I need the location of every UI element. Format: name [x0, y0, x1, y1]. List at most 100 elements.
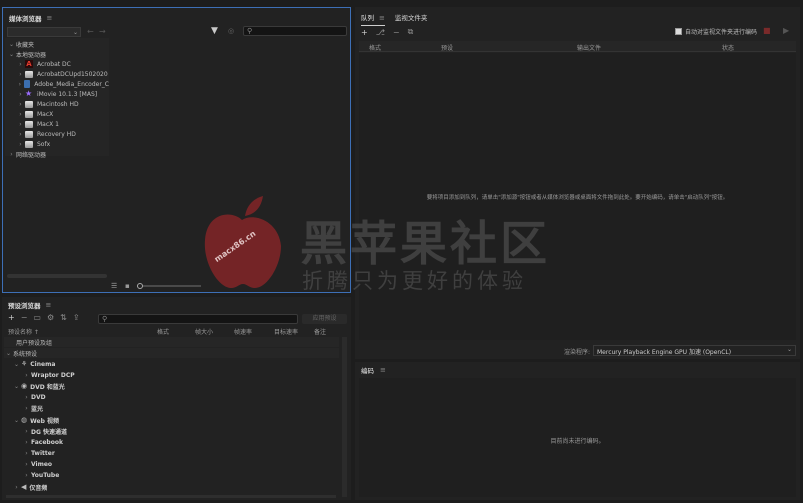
preset-item-label: Cinema — [30, 360, 56, 368]
chevron-right-icon: › — [19, 90, 22, 98]
location-dropdown[interactable]: ⌄ — [7, 27, 81, 37]
column-preset[interactable]: 预设 — [441, 43, 453, 52]
column-status[interactable]: 状态 — [722, 43, 734, 52]
imovie-star-icon: ★ — [25, 89, 33, 98]
remove-preset-icon[interactable]: − — [21, 313, 28, 322]
apply-preset-button[interactable]: 应用预设 — [302, 314, 347, 324]
queue-tabs: 队列 ≡ 监视文件夹 — [355, 9, 800, 26]
add-output-icon[interactable]: ⎇ — [376, 28, 385, 37]
view-toggle-icon[interactable]: ◎ — [228, 27, 234, 35]
preset-item[interactable]: › Wraptor DCP — [22, 370, 74, 380]
preset-item[interactable]: ⌄ ◍ Web 视频 — [12, 415, 59, 425]
encoding-header: 编码 ≡ — [355, 362, 800, 379]
zoom-slider[interactable] — [137, 283, 201, 289]
export-icon[interactable]: ⇪ — [73, 313, 80, 322]
tree-favorites-label: 收藏夹 — [16, 41, 35, 49]
auto-encode-checkbox[interactable] — [675, 28, 682, 35]
preset-scrollbar[interactable] — [342, 337, 347, 497]
chevron-down-icon: ⌄ — [13, 360, 20, 368]
column-format[interactable]: 格式 — [157, 327, 169, 336]
preset-item-label: DG 快速通道 — [31, 428, 67, 436]
tab-queue[interactable]: 队列 ≡ — [361, 12, 385, 26]
drive-icon — [25, 70, 33, 78]
drive-item[interactable]: › Macintosh HD — [16, 99, 109, 109]
auto-encode-label: 自动对监视文件夹进行编码 — [685, 29, 758, 36]
preset-search-input[interactable]: ⚲ — [98, 314, 298, 324]
preset-item-label: Web 视频 — [30, 417, 59, 425]
tree-network-drives-label: 网络驱动器 — [16, 151, 47, 159]
preset-hscrollbar[interactable] — [6, 495, 336, 498]
column-frame-size[interactable]: 帧大小 — [195, 327, 213, 336]
preset-item[interactable]: › Vimeo — [22, 459, 52, 469]
queue-column-header: 格式 预设 输出文件 状态 — [359, 41, 796, 52]
disk-image-icon — [23, 80, 31, 88]
tree-favorites[interactable]: ⌄ 收藏夹 — [7, 39, 34, 49]
drive-item[interactable]: › MacX — [16, 109, 109, 119]
drive-label: MacX — [37, 110, 54, 118]
drive-item[interactable]: › Adobe_Media_Encoder_C — [16, 79, 109, 89]
renderer-label: 渲染程序: — [564, 349, 591, 356]
tree-local-drives[interactable]: ⌄ 本地驱动器 — [7, 49, 46, 59]
tree-network-drives[interactable]: › 网络驱动器 — [7, 149, 46, 159]
drive-item[interactable]: › ★ iMovie 10.1.3 [MAS] — [16, 89, 109, 99]
drive-item[interactable]: › Recovery HD — [16, 129, 109, 139]
thumbnail-view-icon[interactable]: ▪ — [125, 282, 130, 290]
preset-item[interactable]: ⌄ ◉ DVD 和蓝光 — [12, 381, 65, 391]
preset-item-label: YouTube — [31, 471, 60, 479]
drive-item[interactable]: › Sofx — [16, 139, 109, 149]
settings-icon[interactable]: ⚙ — [47, 313, 54, 322]
panel-menu-icon[interactable]: ≡ — [379, 14, 385, 22]
preset-item[interactable]: › YouTube — [22, 470, 59, 480]
chevron-right-icon: › — [25, 404, 28, 412]
renderer-select[interactable]: Mercury Playback Engine GPU 加速 (OpenCL) … — [593, 345, 796, 356]
media-search-input[interactable]: ⚲ — [243, 26, 347, 36]
preset-item[interactable]: › DVD — [22, 392, 45, 402]
acrobat-icon: A — [25, 60, 33, 68]
drive-label: Acrobat DC — [37, 60, 71, 68]
import-icon[interactable]: ⇅ — [60, 313, 67, 322]
filter-icon[interactable]: ▼ — [211, 26, 218, 36]
column-frame-rate[interactable]: 帧速率 — [234, 327, 252, 336]
preset-item[interactable]: › ◀ 仅音频 — [12, 482, 47, 492]
remove-icon[interactable]: − — [393, 28, 400, 37]
column-output-file[interactable]: 输出文件 — [577, 43, 601, 52]
drive-item[interactable]: › A Acrobat DC — [16, 59, 109, 69]
preset-browser-title: 预设浏览器 — [8, 302, 41, 310]
chevron-right-icon: › — [25, 438, 28, 446]
duplicate-icon[interactable]: ⧉ — [408, 27, 414, 37]
forward-arrow-icon[interactable]: → — [99, 27, 106, 36]
add-preset-icon[interactable]: + — [8, 313, 15, 322]
tab-watch-folders[interactable]: 监视文件夹 — [395, 12, 428, 22]
column-target-rate[interactable]: 目标速率 — [274, 327, 298, 336]
user-presets-group[interactable]: 用户预设及组 — [4, 337, 339, 347]
media-browser-header: 媒体浏览器 ≡ — [3, 10, 350, 26]
new-group-icon[interactable]: ▭ — [33, 313, 41, 322]
panel-menu-icon[interactable]: ≡ — [380, 366, 386, 374]
auto-encode-option[interactable]: 自动对监视文件夹进行编码 — [675, 27, 757, 36]
stop-icon[interactable]: ■ — [763, 26, 771, 35]
list-view-icon[interactable]: ☰ — [111, 282, 117, 290]
panel-menu-icon[interactable]: ≡ — [46, 301, 52, 309]
preset-item[interactable]: › 蓝光 — [22, 403, 43, 413]
system-presets-group[interactable]: ⌄ 系统预设 — [4, 348, 339, 358]
preset-item[interactable]: › Twitter — [22, 448, 55, 458]
column-notes[interactable]: 备注 — [314, 327, 326, 336]
preset-item[interactable]: ⌄ ⚘ Cinema — [12, 359, 55, 369]
column-format[interactable]: 格式 — [369, 43, 381, 52]
drive-item[interactable]: › MacX 1 — [16, 119, 109, 129]
start-queue-icon[interactable]: ▶ — [783, 26, 789, 35]
tree-scrollbar[interactable] — [7, 274, 107, 278]
back-arrow-icon[interactable]: ← — [87, 27, 94, 36]
drive-item[interactable]: › AcrobatDCUpd1502020 — [16, 69, 109, 79]
panel-menu-icon[interactable]: ≡ — [47, 14, 53, 22]
preset-item-label: Facebook — [31, 438, 63, 446]
chevron-right-icon: › — [19, 100, 22, 108]
preset-item[interactable]: › DG 快速通道 — [22, 426, 67, 436]
column-preset-name[interactable]: 预设名称 ↑ — [8, 327, 39, 336]
chevron-right-icon: › — [19, 120, 22, 128]
zoom-slider-handle[interactable] — [137, 283, 143, 289]
media-browser-panel: 媒体浏览器 ≡ ⌄ ← → ▼ ◎ ⚲ ⌄ 收藏夹 ⌄ 本地驱动器 › A Ac… — [2, 7, 351, 293]
add-source-icon[interactable]: + — [361, 28, 368, 37]
preset-item[interactable]: › Facebook — [22, 437, 63, 447]
queue-empty-message: 要将项目添加到队列，请单击"添加源"按钮或者从媒体浏览器或桌面将文件拖到此处。要… — [426, 195, 729, 201]
